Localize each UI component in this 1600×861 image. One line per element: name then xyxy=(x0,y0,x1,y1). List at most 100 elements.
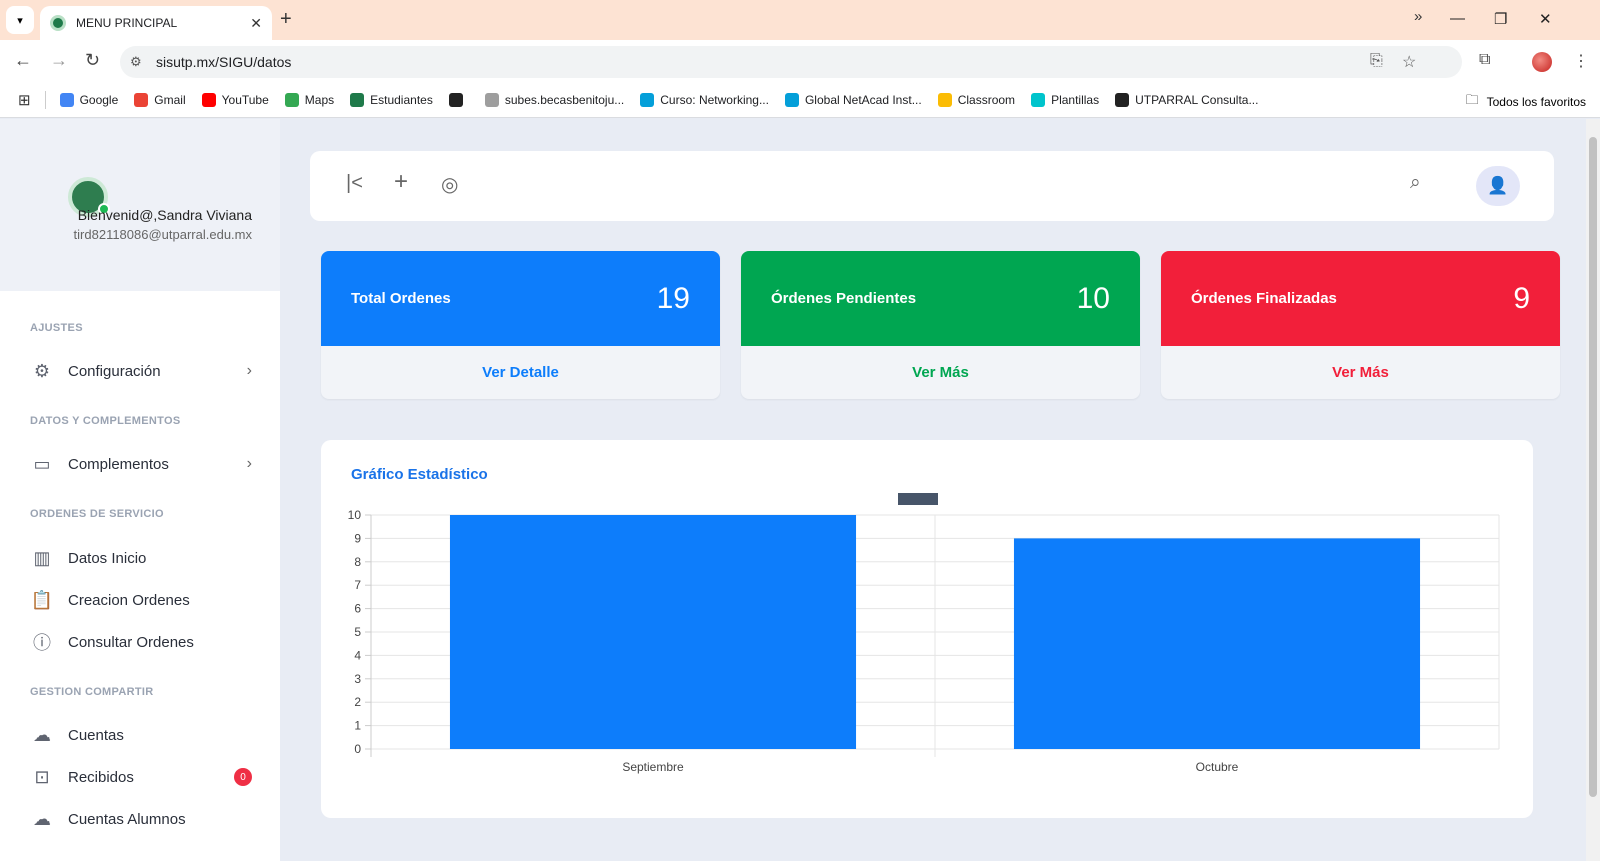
chevron-right-icon: › xyxy=(246,455,252,472)
y-tick-label: 3 xyxy=(354,672,361,686)
bookmark-item[interactable]: subes.becasbenitoju... xyxy=(484,92,625,107)
profile-avatar-icon[interactable] xyxy=(1532,52,1552,72)
user-email: tird82118086@utparral.edu.mx xyxy=(73,227,252,242)
reload-icon[interactable]: ↻ xyxy=(85,50,100,71)
bookmark-label: subes.becasbenitoju... xyxy=(504,92,625,107)
bookmark-item[interactable] xyxy=(448,92,469,107)
inbox-icon: ⊡ xyxy=(34,766,50,787)
menu-kebab-icon[interactable]: ⋮ xyxy=(1573,51,1589,71)
bar xyxy=(1013,538,1421,749)
bookmark-favicon-icon xyxy=(640,92,655,107)
stat-card-pendientes: Órdenes Pendientes 10 Ver Más xyxy=(741,251,1140,399)
sidebar-item-complementos[interactable]: ▭ Complementos › xyxy=(30,449,252,479)
bookmark-item[interactable]: Estudiantes xyxy=(350,92,433,107)
scrollbar-thumb[interactable] xyxy=(1589,137,1597,797)
bookmark-item[interactable]: Plantillas xyxy=(1031,92,1099,107)
stat-card-header: Órdenes Finalizadas 9 xyxy=(1161,251,1560,346)
all-bookmarks-folder[interactable]: 🗀 Todos los favoritos xyxy=(1466,91,1586,113)
stat-label: Órdenes Finalizadas xyxy=(1191,290,1337,307)
tab-list-button[interactable]: ▾ xyxy=(6,6,34,34)
close-window-icon[interactable]: ✕ xyxy=(1539,10,1552,28)
user-profile-panel: Bienvenid@,Sandra Viviana tird82118086@u… xyxy=(0,119,280,291)
extensions-icon[interactable]: ⧉ xyxy=(1479,51,1490,69)
section-title-ajustes: AJUSTES xyxy=(30,322,83,334)
ver-mas-link[interactable]: Ver Más xyxy=(1161,346,1560,399)
sidebar-item-label: Complementos xyxy=(68,455,169,473)
bookmark-item[interactable]: Google xyxy=(59,92,118,107)
section-title-datos: DATOS Y COMPLEMENTOS xyxy=(30,415,181,427)
bookmark-label: YouTube xyxy=(221,92,269,107)
translate-icon[interactable]: ⎘ xyxy=(1370,52,1383,70)
bookmark-favicon-icon xyxy=(59,92,74,107)
search-icon[interactable]: ⌕ xyxy=(1410,172,1421,194)
apps-grid-icon[interactable]: ⊞ xyxy=(18,91,31,109)
cloud-icon: ☁ xyxy=(33,808,51,829)
y-tick-label: 1 xyxy=(354,719,361,733)
bookmark-favicon-icon xyxy=(284,92,299,107)
site-settings-icon[interactable]: ⚙ xyxy=(130,54,142,70)
add-icon[interactable]: + xyxy=(394,168,408,196)
user-settings-button[interactable]: 👤 xyxy=(1476,166,1520,206)
stat-card-header: Total Ordenes 19 xyxy=(321,251,720,346)
legend-swatch xyxy=(898,493,938,505)
bookmark-item[interactable]: YouTube xyxy=(201,92,269,107)
bookmark-star-icon[interactable]: ☆ xyxy=(1402,52,1416,72)
bookmark-item[interactable]: Classroom xyxy=(937,92,1015,107)
address-bar[interactable]: ⚙ sisutp.mx/SIGU/datos ⎘ ☆ xyxy=(120,46,1462,78)
back-icon[interactable]: ← xyxy=(14,50,32,71)
y-tick-label: 9 xyxy=(354,531,361,545)
bookmark-favicon-icon xyxy=(1031,92,1046,107)
y-tick-label: 5 xyxy=(354,625,361,639)
stat-label: Total Ordenes xyxy=(351,290,451,307)
bookmark-item[interactable]: Curso: Networking... xyxy=(640,92,769,107)
sidebar-item-cuentas-alumnos[interactable]: ☁ Cuentas Alumnos xyxy=(30,804,252,834)
restore-icon[interactable]: ❐ xyxy=(1494,10,1507,28)
ver-mas-link[interactable]: Ver Más xyxy=(741,346,1140,399)
sidebar-item-label: Recibidos xyxy=(68,768,134,786)
page-scrollbar[interactable] xyxy=(1586,119,1600,861)
chevron-down-icon: ▾ xyxy=(17,14,23,27)
minimize-icon[interactable]: — xyxy=(1450,10,1465,27)
y-tick-label: 2 xyxy=(354,695,361,709)
sidebar-item-creacion-ordenes[interactable]: 📋 Creacion Ordenes xyxy=(30,585,252,615)
bookmark-item[interactable]: Global NetAcad Inst... xyxy=(784,92,922,107)
sidebar-item-label: Cuentas xyxy=(68,726,124,744)
chevron-right-icon: › xyxy=(246,362,252,379)
top-action-bar: |< + ◎ ⌕ 👤 xyxy=(310,151,1554,221)
compass-icon[interactable]: ◎ xyxy=(441,172,458,197)
collapse-sidebar-icon[interactable]: |< xyxy=(346,172,363,195)
calendar-icon: ▭ xyxy=(33,453,51,474)
stat-card-total: Total Ordenes 19 Ver Detalle xyxy=(321,251,720,399)
tab-title: MENU PRINCIPAL xyxy=(76,16,178,30)
y-tick-label: 10 xyxy=(348,508,362,522)
chart-card: Gráfico Estadístico 0 1 2 3 4 5 6 7 8 9 10 Septiemb… xyxy=(321,440,1533,818)
bookmark-item[interactable]: UTPARRAL Consulta... xyxy=(1115,92,1258,107)
bookmark-item[interactable]: Maps xyxy=(284,92,334,107)
more-bookmarks-icon[interactable]: » xyxy=(1414,8,1422,25)
sidebar: Bienvenid@,Sandra Viviana tird82118086@u… xyxy=(0,119,280,861)
sidebar-item-cuentas[interactable]: ☁ Cuentas xyxy=(30,720,252,750)
section-title-gestion: GESTION COMPARTIR xyxy=(30,686,154,698)
bookmark-item[interactable]: Gmail xyxy=(134,92,186,107)
url-text: sisutp.mx/SIGU/datos xyxy=(156,54,292,70)
sidebar-item-consultar-ordenes[interactable]: ⓘ Consultar Ordenes xyxy=(30,627,252,657)
sidebar-item-label: Cuentas Alumnos xyxy=(68,810,186,828)
info-icon: ⓘ xyxy=(33,633,51,653)
bar-chart-icon: ▥ xyxy=(33,547,51,568)
sidebar-item-recibidos[interactable]: ⊡ Recibidos 0 xyxy=(30,762,252,792)
y-tick-label: 6 xyxy=(354,602,361,616)
ver-detalle-link[interactable]: Ver Detalle xyxy=(321,346,720,399)
all-bookmarks-label: Todos los favoritos xyxy=(1486,95,1586,109)
sidebar-item-configuracion[interactable]: ⚙ Configuración › xyxy=(30,356,252,386)
close-tab-icon[interactable]: ✕ xyxy=(250,15,262,32)
sidebar-item-datos-inicio[interactable]: ▥ Datos Inicio xyxy=(30,543,252,573)
gear-icon: ⚙ xyxy=(33,360,51,381)
sidebar-item-label: Configuración xyxy=(68,362,161,380)
browser-tab-active[interactable]: MENU PRINCIPAL ✕ xyxy=(40,6,272,40)
sidebar-item-label: Consultar Ordenes xyxy=(68,633,194,651)
new-tab-button[interactable]: + xyxy=(280,9,292,29)
notification-badge: 0 xyxy=(234,768,252,786)
y-tick-label: 8 xyxy=(354,555,361,569)
forward-icon[interactable]: → xyxy=(50,50,68,71)
bookmark-favicon-icon xyxy=(201,92,216,107)
